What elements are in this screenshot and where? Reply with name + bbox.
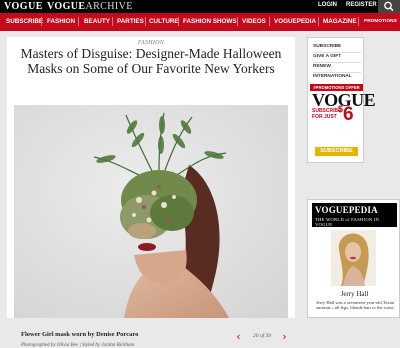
nav-parties[interactable]: PARTIES [117,18,144,25]
sidebar-link-subscribe[interactable]: SUBSCRIBE [313,44,341,49]
nav-divider [269,17,270,26]
nav-divider [358,17,359,26]
article-title: Masters of Disguise: Designer-Made Hallo… [20,46,282,76]
nav-promotions[interactable]: PROMOTIONS [364,19,397,24]
divider [313,62,361,63]
jerry-hall-photo[interactable] [331,230,376,286]
photo-credit: Photographed by Olivia Bee | Styled by J… [21,343,135,348]
sidebar-link-gift[interactable]: GIVE A GIFT [313,54,341,59]
subscribe-box: SUBSCRIBE GIVE A GIFT RENEW INTERNATIONA… [307,37,376,163]
nav-divider [78,17,79,26]
archive-prefix: VOGUE [47,1,86,12]
prev-slide-button[interactable]: ‹ [232,330,245,344]
slide-current: 20 [252,333,259,339]
photo-caption: Flower Girl mask worn by Denise Porcaro [21,331,139,338]
nav-culture[interactable]: CULTURE [149,18,179,25]
slide-of-label: of [259,333,265,339]
nav-fashion[interactable]: FASHION [47,18,75,25]
slide-total: 39 [265,333,272,339]
nav-divider [237,17,238,26]
portrait-image [331,230,376,286]
promo-price-value: 6 [343,104,354,125]
promo-price: $6 [338,104,354,126]
archive-suffix: ARCHIVE [85,1,133,12]
voguepedia-tagline: THE WORLD of FASHION IN VOGUE [315,217,380,227]
sidebar-link-international[interactable]: INTERNATIONAL [313,74,352,79]
person-name[interactable]: Jerry Hall [308,290,400,298]
main-nav: SUBSCRIBE FASHION BEAUTY PARTIES CULTURE… [0,13,400,31]
register-link[interactable]: REGISTER [346,2,377,8]
chevron-left-icon: ‹ [236,330,241,343]
voguepedia-title: VOGUEPEDIA [315,205,378,215]
nav-divider [41,17,42,26]
nav-beauty[interactable]: BEAUTY [84,18,110,25]
nav-divider [318,17,319,26]
nav-magazine[interactable]: MAGAZINE [323,18,357,25]
slide-counter: 20 of 39 [249,333,275,339]
search-icon [384,1,394,12]
next-slide-button[interactable]: › [278,330,291,344]
article-panel: FASHION Masters of Disguise: Designer-Ma… [7,37,295,348]
voguepedia-header[interactable]: VOGUEPEDIA THE WORLD of FASHION IN VOGUE [312,203,397,227]
chevron-right-icon: › [282,330,287,343]
subscribe-button[interactable]: SUBSCRIBE [315,147,358,156]
nav-videos[interactable]: VIDEOS [242,18,266,25]
nav-divider [178,17,179,26]
login-link[interactable]: LOGIN [318,2,337,8]
nav-divider [145,17,146,26]
divider [313,72,361,73]
nav-voguepedia[interactable]: VOGUEPEDIA [274,18,316,25]
divider [313,52,361,53]
nav-subscribe[interactable]: SUBSCRIBE [6,18,43,25]
voguepedia-box: VOGUEPEDIA THE WORLD of FASHION IN VOGUE… [307,199,400,318]
nav-divider [112,17,113,26]
vogue-logo[interactable]: VOGUE [4,1,43,12]
vogue-archive-link[interactable]: VOGUEARCHIVE [47,1,133,12]
article-header: FASHION Masters of Disguise: Designer-Ma… [7,37,295,105]
top-bar: VOGUE VOGUEARCHIVE LOGIN REGISTER [0,0,400,13]
person-description: Jerry Hall was a seventeen-year-old Texa… [316,300,395,311]
nav-fashion-shows[interactable]: FASHION SHOWS [183,18,237,25]
slideshow-photo[interactable] [14,105,288,318]
search-button[interactable] [378,0,400,13]
sidebar-link-renew[interactable]: RENEW [313,64,331,69]
masked-woman-image [14,105,288,318]
slideshow-pager: ‹ 20 of 39 › [232,330,292,344]
